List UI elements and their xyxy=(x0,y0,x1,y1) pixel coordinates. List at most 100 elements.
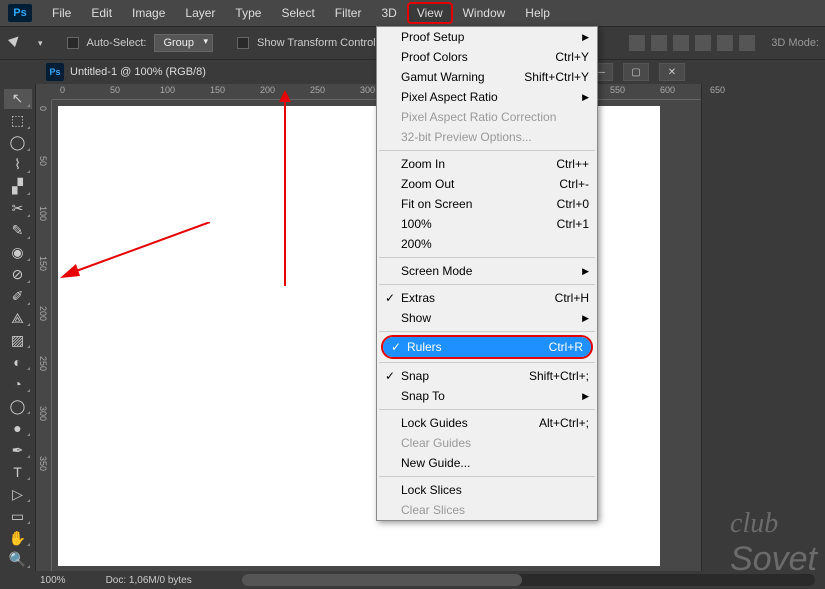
menu-select[interactable]: Select xyxy=(271,2,324,24)
tool-19[interactable]: ▭ xyxy=(4,506,32,526)
tool-13[interactable]: ◔ xyxy=(4,374,32,394)
tool-6[interactable]: ✎ xyxy=(4,221,32,241)
align-icon[interactable] xyxy=(651,35,667,51)
menu-item-200-[interactable]: 200% xyxy=(377,234,597,254)
menu-item-fit-on-screen[interactable]: Fit on ScreenCtrl+0 xyxy=(377,194,597,214)
tool-14[interactable]: ◯ xyxy=(4,396,32,416)
tool-21[interactable]: 🔍 xyxy=(4,550,32,570)
tool-12[interactable]: ◐ xyxy=(4,352,32,372)
menu-item-label: Screen Mode xyxy=(401,264,472,278)
menu-help[interactable]: Help xyxy=(515,2,560,24)
submenu-arrow-icon: ▶ xyxy=(582,32,589,43)
menu-edit[interactable]: Edit xyxy=(81,2,122,24)
align-icon[interactable] xyxy=(739,35,755,51)
align-icon[interactable] xyxy=(629,35,645,51)
menu-separator xyxy=(379,409,595,410)
tool-15[interactable]: ● xyxy=(4,418,32,438)
menu-item-snap[interactable]: ✓SnapShift+Ctrl+; xyxy=(377,366,597,386)
scrollbar-thumb[interactable] xyxy=(242,574,522,586)
menu-filter[interactable]: Filter xyxy=(325,2,372,24)
menu-item-label: Clear Guides xyxy=(401,436,471,450)
ruler-tick: 300 xyxy=(38,406,48,421)
menu-item-proof-colors[interactable]: Proof ColorsCtrl+Y xyxy=(377,47,597,67)
menu-item-extras[interactable]: ✓ExtrasCtrl+H xyxy=(377,288,597,308)
tool-0[interactable]: ↖ xyxy=(4,89,32,109)
tool-18[interactable]: ▷ xyxy=(4,484,32,504)
menu-item-clear-guides: Clear Guides xyxy=(377,433,597,453)
menu-item-label: Lock Guides xyxy=(401,416,468,430)
menu-item-zoom-out[interactable]: Zoom OutCtrl+- xyxy=(377,174,597,194)
dropdown-arrow-icon[interactable]: ▾ xyxy=(38,38,43,49)
vertical-ruler[interactable]: 050100150200250300350 xyxy=(36,100,52,571)
horizontal-scrollbar[interactable] xyxy=(242,574,815,586)
tool-11[interactable]: ▨ xyxy=(4,330,32,350)
menu-item-label: 200% xyxy=(401,237,432,251)
tools-panel: ↖⬚◯⌇▞✂✎◉⊘✐⟁▨◐◔◯●✒T▷▭✋🔍 xyxy=(0,84,36,571)
menu-item-label: Proof Setup xyxy=(401,30,464,44)
tool-1[interactable]: ⬚ xyxy=(4,111,32,131)
menu-item-lock-slices[interactable]: Lock Slices xyxy=(377,480,597,500)
menu-item-label: Pixel Aspect Ratio xyxy=(401,90,498,104)
menu-separator xyxy=(379,331,595,332)
zoom-level[interactable]: 100% xyxy=(40,575,66,586)
menu-type[interactable]: Type xyxy=(225,2,271,24)
move-tool-icon[interactable] xyxy=(8,33,28,53)
ruler-tick: 50 xyxy=(110,85,120,95)
ruler-tick: 150 xyxy=(38,256,48,271)
annotation-arrow-vertical xyxy=(284,100,286,286)
menu-item-proof-setup[interactable]: Proof Setup ▶ xyxy=(377,27,597,47)
maximize-button[interactable]: ▢ xyxy=(623,63,649,81)
tool-4[interactable]: ▞ xyxy=(4,177,32,197)
menu-shortcut: Ctrl+R xyxy=(549,340,583,354)
close-button[interactable]: ✕ xyxy=(659,63,685,81)
menu-item-label: Proof Colors xyxy=(401,50,468,64)
ruler-tick: 300 xyxy=(360,85,375,95)
show-transform-checkbox[interactable] xyxy=(237,37,249,49)
menu-item-label: Clear Slices xyxy=(401,503,465,517)
3d-mode-label: 3D Mode: xyxy=(771,37,819,49)
tool-5[interactable]: ✂ xyxy=(4,199,32,219)
tool-16[interactable]: ✒ xyxy=(4,440,32,460)
menu-separator xyxy=(379,284,595,285)
menu-file[interactable]: File xyxy=(42,2,81,24)
highlight-annotation: ✓RulersCtrl+R xyxy=(381,335,593,359)
ruler-tick: 650 xyxy=(710,85,725,95)
menu-item-lock-guides[interactable]: Lock GuidesAlt+Ctrl+; xyxy=(377,413,597,433)
align-icon[interactable] xyxy=(695,35,711,51)
autoselect-target-select[interactable]: Group xyxy=(154,34,213,52)
check-icon: ✓ xyxy=(385,369,395,383)
menu-item-pixel-aspect-ratio-correction: Pixel Aspect Ratio Correction xyxy=(377,107,597,127)
menu-separator xyxy=(379,150,595,151)
menu-item-rulers[interactable]: ✓RulersCtrl+R xyxy=(383,337,591,357)
tool-2[interactable]: ◯ xyxy=(4,133,32,153)
tool-20[interactable]: ✋ xyxy=(4,528,32,548)
menu-item-show[interactable]: Show▶ xyxy=(377,308,597,328)
menu-3d[interactable]: 3D xyxy=(371,2,406,24)
autoselect-checkbox[interactable] xyxy=(67,37,79,49)
align-icon[interactable] xyxy=(717,35,733,51)
menu-item-label: Pixel Aspect Ratio Correction xyxy=(401,110,556,124)
menu-layer[interactable]: Layer xyxy=(175,2,225,24)
menu-item-100-[interactable]: 100%Ctrl+1 xyxy=(377,214,597,234)
menu-image[interactable]: Image xyxy=(122,2,175,24)
menu-item-snap-to[interactable]: Snap To▶ xyxy=(377,386,597,406)
align-icons xyxy=(629,35,755,51)
tool-17[interactable]: T xyxy=(4,462,32,482)
tool-7[interactable]: ◉ xyxy=(4,243,32,263)
align-icon[interactable] xyxy=(673,35,689,51)
menu-item-gamut-warning[interactable]: Gamut WarningShift+Ctrl+Y xyxy=(377,67,597,87)
submenu-arrow-icon: ▶ xyxy=(582,313,589,324)
menu-item-pixel-aspect-ratio[interactable]: Pixel Aspect Ratio▶ xyxy=(377,87,597,107)
menu-item-screen-mode[interactable]: Screen Mode▶ xyxy=(377,261,597,281)
tool-3[interactable]: ⌇ xyxy=(4,155,32,175)
ruler-tick: 0 xyxy=(60,85,65,95)
menu-view[interactable]: View xyxy=(407,2,453,24)
menu-window[interactable]: Window xyxy=(453,2,516,24)
document-title[interactable]: Untitled-1 @ 100% (RGB/8) xyxy=(70,66,206,78)
tool-9[interactable]: ✐ xyxy=(4,287,32,307)
menu-item-zoom-in[interactable]: Zoom InCtrl++ xyxy=(377,154,597,174)
menu-item-label: Lock Slices xyxy=(401,483,462,497)
menu-item-new-guide-[interactable]: New Guide... xyxy=(377,453,597,473)
tool-8[interactable]: ⊘ xyxy=(4,265,32,285)
tool-10[interactable]: ⟁ xyxy=(4,309,32,329)
